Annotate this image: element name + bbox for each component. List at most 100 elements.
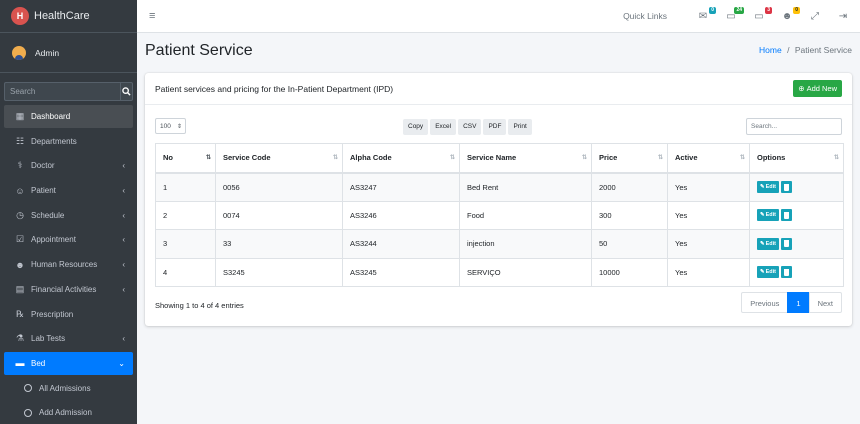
notification-badge: 3	[765, 7, 772, 14]
pdf-button[interactable]: PDF	[483, 119, 507, 135]
edit-button[interactable]: ✎ Edit	[757, 237, 779, 250]
chevron-left-icon: ‹	[122, 235, 125, 245]
edit-button[interactable]: ✎ Edit	[757, 181, 779, 193]
next-page-button[interactable]: Next	[808, 292, 842, 313]
cell-options: ✎ Edit	[749, 172, 844, 202]
cell-service-name: SERVIÇO	[459, 257, 592, 287]
column-header-label: Active	[675, 153, 698, 163]
sidebar-subitem-all-admissions[interactable]: All Admissions	[4, 377, 133, 400]
previous-page-button[interactable]: Previous	[741, 292, 789, 313]
menu-toggle-icon[interactable]: ≡	[149, 10, 155, 22]
sidebar-item-dashboard[interactable]: ▦ Dashboard	[4, 105, 133, 128]
sidebar-item-patient[interactable]: ☺ Patient ‹	[4, 179, 133, 202]
topbar-right: Quick Links ✉ 0 ▭ 24 ▭ 3 ☻ 0 ⤢ ⇥	[623, 7, 860, 22]
delete-button[interactable]	[781, 209, 792, 222]
logout-icon[interactable]: ⇥	[836, 10, 850, 22]
hospital-logo-icon: H	[11, 7, 29, 25]
money-icon: ▤	[15, 283, 25, 294]
sidebar-search	[4, 82, 133, 101]
chevron-left-icon: ‹	[122, 334, 125, 344]
ambulance-icon[interactable]: ▭ 3	[752, 7, 772, 22]
print-button[interactable]: Print	[508, 119, 532, 135]
column-header-service-name[interactable]: Service Name ⇅	[459, 143, 592, 174]
cell-alpha-code: AS3244	[342, 229, 460, 259]
sidebar-subitem-add-admission[interactable]: Add Admission	[4, 401, 133, 424]
search-button[interactable]	[120, 82, 133, 101]
truck-icon[interactable]: ▭ 24	[724, 7, 744, 22]
edit-button[interactable]: ✎ Edit	[757, 266, 779, 279]
delete-button[interactable]	[781, 237, 792, 250]
column-header-alpha-code[interactable]: Alpha Code ⇅	[342, 143, 460, 174]
cell-active: Yes	[667, 257, 750, 287]
card-subtitle: Patient services and pricing for the In-…	[155, 83, 394, 94]
sidebar-item-lab-tests[interactable]: ⚗ Lab Tests ‹	[4, 327, 133, 350]
sidebar-item-label: Dashboard	[31, 112, 71, 121]
edit-label: Edit	[765, 269, 776, 276]
table-search-input[interactable]	[746, 118, 842, 135]
delete-button[interactable]	[781, 266, 792, 279]
trash-icon	[784, 211, 789, 219]
sidebar-item-human-resources[interactable]: ☻ Human Resources ‹	[4, 253, 133, 276]
page-length-value: 100	[160, 122, 171, 130]
chevron-left-icon: ‹	[122, 260, 125, 270]
edit-label: Edit	[765, 212, 776, 219]
chevron-down-icon: ⌄	[118, 358, 125, 368]
sidebar-item-financial-activities[interactable]: ▤ Financial Activities ‹	[4, 278, 133, 301]
fullscreen-icon[interactable]: ⤢	[808, 10, 822, 22]
column-header-no[interactable]: No ⇅	[155, 143, 216, 174]
bed-icon: ▬	[15, 358, 25, 369]
user-alert-icon[interactable]: ☻ 0	[780, 7, 800, 22]
excel-button[interactable]: Excel	[430, 119, 457, 135]
edit-label: Edit	[765, 184, 776, 190]
cell-service-code: 0056	[215, 172, 343, 202]
cell-service-name: Bed Rent	[459, 172, 592, 202]
trash-icon	[784, 268, 789, 276]
cell-active: Yes	[667, 229, 750, 259]
prescription-icon: ℞	[15, 308, 25, 319]
page-button-1[interactable]: 1	[787, 292, 810, 313]
edit-icon: ✎	[760, 240, 765, 247]
card-header: Patient services and pricing for the In-…	[145, 73, 852, 105]
breadcrumb: Home / Patient Service	[759, 45, 852, 55]
sidebar-search-input[interactable]	[4, 82, 120, 101]
cell-price: 2000	[591, 172, 668, 202]
breadcrumb-home-link[interactable]: Home	[759, 45, 782, 55]
csv-button[interactable]: CSV	[458, 119, 482, 135]
sidebar-item-schedule[interactable]: ◷ Schedule ‹	[4, 204, 133, 227]
sidebar-item-departments[interactable]: ☷ Departments	[4, 130, 133, 153]
edit-button[interactable]: ✎ Edit	[757, 209, 779, 222]
table-info: Showing 1 to 4 of 4 entries	[155, 301, 244, 310]
sort-icon: ⇅	[332, 155, 338, 161]
page-length-select[interactable]: 100 ⇕	[155, 118, 186, 134]
chevron-left-icon: ‹	[122, 210, 125, 220]
quick-links-link[interactable]: Quick Links	[623, 11, 667, 21]
sidebar-item-label: Appointment	[31, 235, 76, 245]
user-panel[interactable]: Admin	[0, 33, 137, 73]
column-header-service-code[interactable]: Service Code ⇅	[215, 143, 343, 174]
table-header-row: No ⇅ Service Code ⇅ Alpha Code ⇅ Service Na…	[155, 143, 844, 174]
copy-button[interactable]: Copy	[403, 119, 429, 135]
brand[interactable]: H HealthCare	[0, 0, 137, 33]
add-new-button[interactable]: ⊕ Add New	[793, 80, 842, 97]
topbar: ≡ Quick Links ✉ 0 ▭ 24 ▭ 3 ☻ 0 ⤢ ⇥	[137, 0, 860, 33]
sidebar-item-prescription[interactable]: ℞ Prescription	[4, 303, 133, 326]
user-name[interactable]: Admin	[35, 48, 59, 58]
trash-icon	[784, 183, 789, 191]
cell-alpha-code: AS3247	[342, 172, 460, 202]
cell-no: 2	[155, 200, 216, 230]
doctor-icon: ⚕	[17, 160, 23, 171]
sidebar-item-label: Departments	[31, 136, 77, 146]
chat-icon[interactable]: ✉ 0	[696, 7, 716, 22]
column-header-price[interactable]: Price ⇅	[591, 143, 668, 174]
column-header-active[interactable]: Active ⇅	[667, 143, 750, 174]
cell-no: 3	[155, 229, 216, 259]
cell-service-name: injection	[459, 229, 592, 259]
sidebar-item-appointment[interactable]: ☑ Appointment ‹	[4, 228, 133, 251]
sidebar-item-bed[interactable]: ▬ Bed ⌄	[4, 351, 133, 375]
column-header-options[interactable]: Options ⇅	[749, 143, 844, 174]
cell-active: Yes	[667, 200, 750, 230]
pagination: Previous 1 Next	[741, 292, 842, 313]
sidebar-nav: ▦ Dashboard ☷ Departments ⚕ Doctor ‹ ☺ P…	[0, 105, 137, 424]
sidebar-item-doctor[interactable]: ⚕ Doctor ‹	[4, 154, 133, 177]
delete-button[interactable]	[781, 181, 792, 193]
